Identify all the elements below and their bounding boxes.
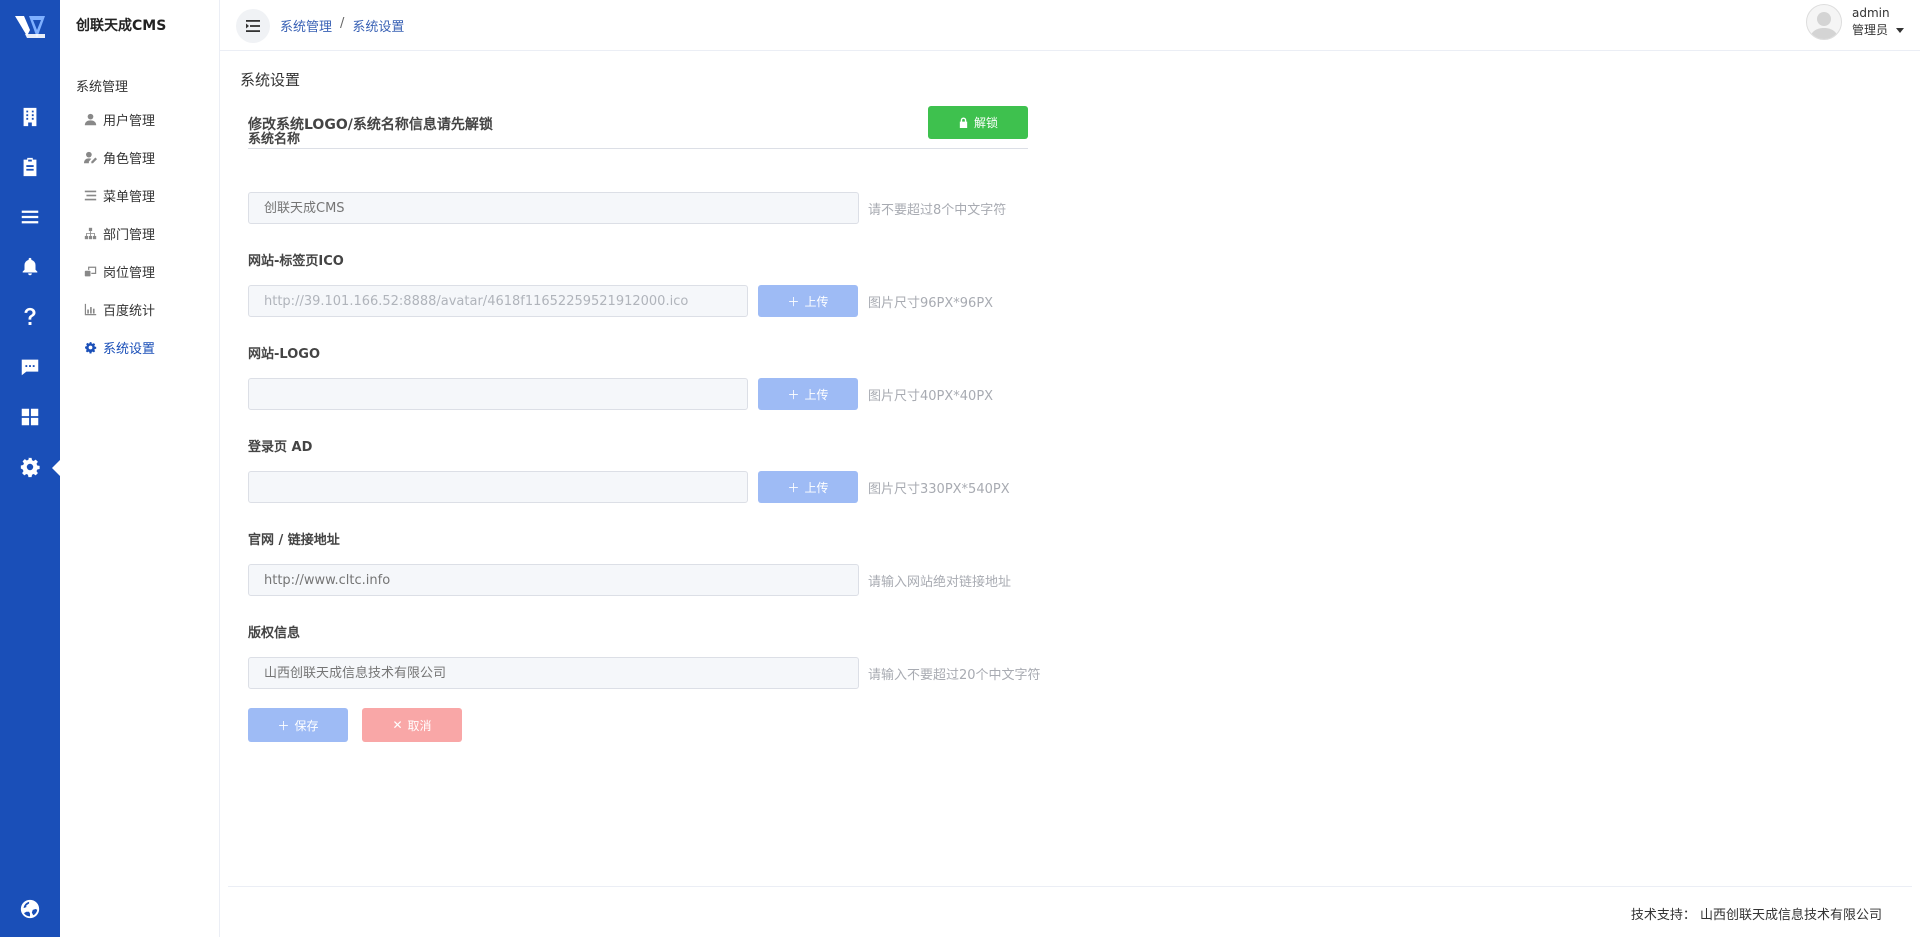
- sidebar-item-roles[interactable]: 角色管理: [84, 146, 155, 168]
- sidebar-item-users[interactable]: 用户管理: [84, 108, 155, 130]
- chevron-down-icon[interactable]: [1896, 28, 1904, 33]
- system-name-input[interactable]: [248, 192, 859, 224]
- cancel-button[interactable]: ✕ 取消: [362, 708, 462, 742]
- clipboard-icon[interactable]: [18, 155, 42, 179]
- avatar[interactable]: [1805, 4, 1842, 40]
- login-ad-label: 登录页 AD: [248, 440, 313, 455]
- list-icon[interactable]: [18, 205, 42, 229]
- sidebar-item-menus[interactable]: 菜单管理: [84, 184, 155, 206]
- plus-icon: ＋: [787, 480, 800, 495]
- sidebar-item-label: 用户管理: [103, 113, 156, 129]
- gear-icon: [85, 341, 97, 353]
- footer-support-text: 技术支持： 山西创联天成信息技术有限公司: [1630, 908, 1882, 923]
- copyright-input[interactable]: [248, 657, 859, 689]
- page-title: 系统设置: [240, 71, 301, 89]
- favicon-input[interactable]: [248, 285, 748, 317]
- logo-label: 网站-LOGO: [248, 347, 320, 362]
- logo-upload-button[interactable]: ＋ 上传: [758, 378, 858, 410]
- plus-icon: ＋: [787, 387, 800, 402]
- favicon-label: 网站-标签页ICO: [248, 254, 344, 269]
- gear-icon[interactable]: [18, 455, 42, 479]
- sidebar-item-label: 角色管理: [103, 151, 156, 167]
- plus-icon: ＋: [277, 718, 290, 733]
- grid-icon[interactable]: [18, 405, 42, 429]
- login-ad-input[interactable]: [248, 471, 748, 503]
- sidebar-group-label: 系统管理: [76, 80, 129, 95]
- website-input[interactable]: [248, 564, 859, 596]
- bell-icon[interactable]: [18, 255, 42, 279]
- footer: 技术支持： 山西创联天成信息技术有限公司: [228, 886, 1912, 937]
- logo-input[interactable]: [248, 378, 748, 410]
- user-name: admin: [1851, 6, 1890, 20]
- system-name-label: 系统名称: [248, 132, 301, 147]
- lock-icon: [959, 117, 968, 128]
- favicon-hint: 图片尺寸96PX*96PX: [868, 296, 994, 311]
- breadcrumb-item-settings: 系统设置: [352, 20, 405, 35]
- chart-icon: [84, 303, 97, 315]
- chat-icon[interactable]: [18, 355, 42, 379]
- breadcrumb: 系统管理 / 系统设置: [280, 16, 404, 35]
- copyright-hint: 请输入不要超过20个中文字符: [868, 668, 1041, 683]
- user-avatar-icon: [1810, 12, 1838, 39]
- building-icon[interactable]: [18, 105, 42, 129]
- website-hint: 请输入网站绝对链接地址: [868, 575, 1012, 590]
- save-button[interactable]: ＋ 保存: [248, 708, 348, 742]
- website-label: 官网 / 链接地址: [248, 533, 340, 548]
- user-menu[interactable]: admin 管理员: [1805, 4, 1904, 40]
- system-name-hint: 请不要超过8个中文字符: [868, 203, 1007, 218]
- indent-icon: [246, 20, 260, 32]
- user-icon: [84, 113, 97, 125]
- sidebar-item-label: 岗位管理: [103, 265, 156, 281]
- app-logo-icon[interactable]: [15, 14, 45, 40]
- sidebar-item-baidu-stats[interactable]: 百度统计: [84, 298, 155, 320]
- globe-icon[interactable]: [18, 897, 42, 921]
- sidebar: 创联天成CMS 系统管理 用户管理 角色管理 菜单管理 部门管理 岗位管理 百度…: [60, 0, 220, 937]
- post-icon: [84, 266, 97, 276]
- brand-title: 创联天成CMS: [76, 18, 167, 34]
- copyright-label: 版权信息: [248, 626, 301, 641]
- icon-rail: [0, 0, 61, 937]
- favicon-upload-button[interactable]: ＋ 上传: [758, 285, 858, 317]
- user-role: 管理员: [1851, 23, 1888, 37]
- unlock-button[interactable]: 解锁: [928, 106, 1028, 139]
- question-icon[interactable]: [18, 305, 42, 329]
- logo-hint: 图片尺寸40PX*40PX: [868, 389, 994, 404]
- close-icon: ✕: [392, 718, 403, 732]
- login-ad-upload-button[interactable]: ＋ 上传: [758, 471, 858, 503]
- org-tree-icon: [84, 227, 97, 239]
- menu-icon: [84, 190, 97, 200]
- sidebar-item-label: 百度统计: [103, 303, 156, 319]
- top-header: 系统管理 / 系统设置 admin 管理员: [220, 0, 1920, 51]
- breadcrumb-separator: /: [340, 16, 345, 31]
- breadcrumb-item-system[interactable]: 系统管理: [280, 16, 332, 35]
- sidebar-item-label: 系统设置: [103, 341, 156, 357]
- sidebar-item-label: 菜单管理: [103, 189, 156, 205]
- sidebar-toggle-button[interactable]: [236, 9, 270, 43]
- sidebar-item-departments[interactable]: 部门管理: [84, 222, 155, 244]
- sidebar-item-label: 部门管理: [103, 227, 156, 243]
- main-content: 系统设置 修改系统LOGO/系统名称信息请先解锁 解锁 系统名称 请不要超过8个…: [220, 52, 1920, 885]
- unlock-row: 修改系统LOGO/系统名称信息请先解锁 解锁: [248, 105, 1028, 149]
- sidebar-item-settings[interactable]: 系统设置: [84, 336, 155, 358]
- plus-icon: ＋: [787, 294, 800, 309]
- login-ad-hint: 图片尺寸330PX*540PX: [868, 482, 1010, 497]
- sidebar-item-posts[interactable]: 岗位管理: [84, 260, 155, 282]
- user-edit-icon: [84, 151, 97, 163]
